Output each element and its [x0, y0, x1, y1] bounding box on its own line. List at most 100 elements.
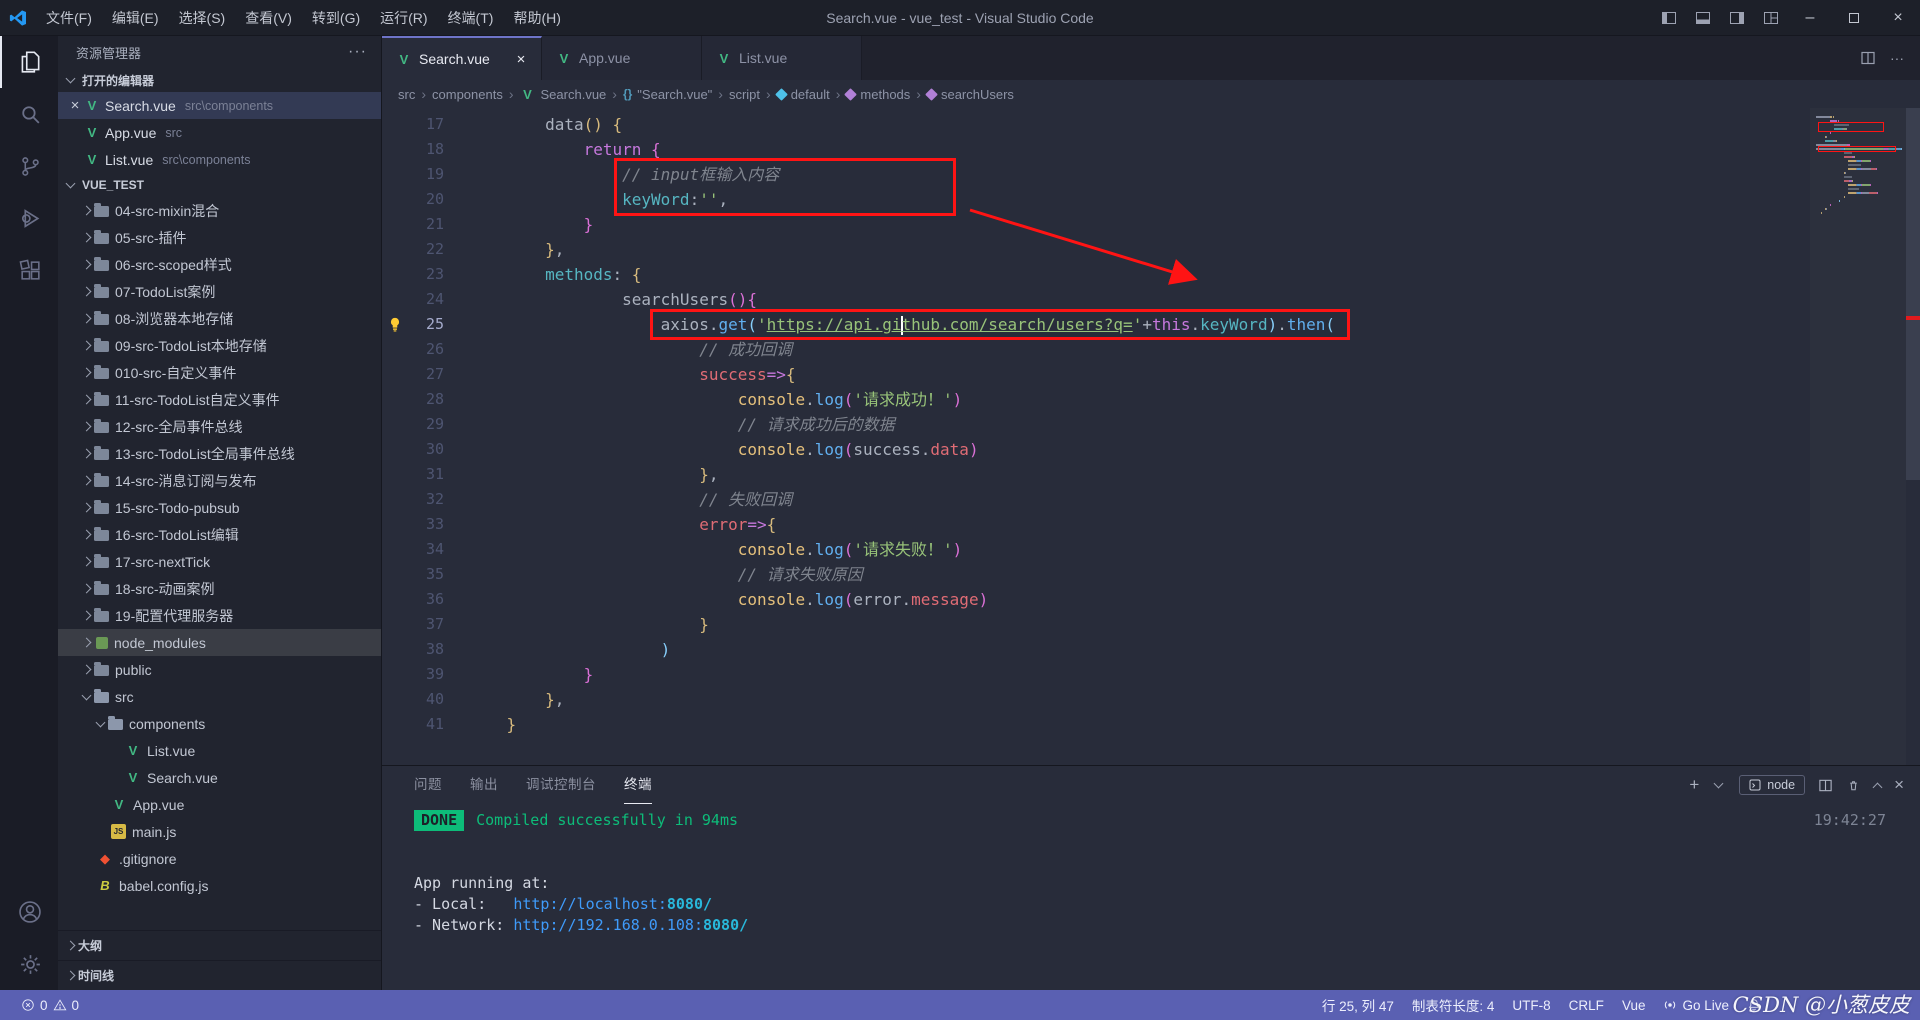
toggle-panel-icon[interactable]	[1686, 0, 1720, 36]
maximize-panel-icon[interactable]	[1872, 782, 1883, 792]
customize-layout-icon[interactable]	[1754, 0, 1788, 36]
code-line-28[interactable]: 28 console.log('请求成功！')	[382, 387, 1800, 412]
code-line-20[interactable]: 20 keyWord:'',	[382, 187, 1800, 212]
menu-运行(R)[interactable]: 运行(R)	[370, 0, 437, 36]
tree-item-List.vue[interactable]: V List.vue	[58, 737, 381, 764]
breadcrumb-item[interactable]: V Search.vue	[520, 87, 606, 102]
breadcrumb-item[interactable]: src	[398, 87, 415, 102]
open-editors-header[interactable]: 打开的编辑器	[58, 68, 381, 92]
go-live-button[interactable]: Go Live	[1654, 990, 1738, 1020]
new-terminal-icon[interactable]: +	[1689, 775, 1699, 795]
code-line-34[interactable]: 34 console.log('请求失败！')	[382, 537, 1800, 562]
code-line-38[interactable]: 38 )	[382, 637, 1800, 662]
editor-scrollbar[interactable]	[1906, 108, 1920, 765]
toggle-secondary-sidebar-icon[interactable]	[1720, 0, 1754, 36]
code-line-27[interactable]: 27 success=>{	[382, 362, 1800, 387]
cursor-position[interactable]: 行 25, 列 47	[1313, 990, 1403, 1020]
open-editor-Search.vue[interactable]: × V Search.vue src\components	[58, 92, 381, 119]
more-actions-icon[interactable]: ···	[1890, 50, 1904, 66]
tree-item-node_modules[interactable]: node_modules	[58, 629, 381, 656]
breadcrumb-item[interactable]: script	[729, 87, 760, 102]
code-line-37[interactable]: 37 }	[382, 612, 1800, 637]
menu-查看(V)[interactable]: 查看(V)	[235, 0, 302, 36]
tree-item-public[interactable]: public	[58, 656, 381, 683]
encoding-setting[interactable]: UTF-8	[1503, 990, 1559, 1020]
tab-App.vue[interactable]: V App.vue	[542, 36, 702, 80]
breadcrumb-item[interactable]: default	[774, 87, 830, 102]
tree-item-17-src-nextTick[interactable]: 17-src-nextTick	[58, 548, 381, 575]
close-icon[interactable]: ×	[513, 51, 529, 68]
network-url-link[interactable]: http://192.168.0.108:8080/	[513, 915, 748, 936]
tree-item-components[interactable]: components	[58, 710, 381, 737]
tree-item-010-src-自定义事件[interactable]: 010-src-自定义事件	[58, 359, 381, 386]
tree-item-App.vue[interactable]: V App.vue	[58, 791, 381, 818]
tree-item-main.js[interactable]: JS main.js	[58, 818, 381, 845]
toggle-sidebar-icon[interactable]	[1652, 0, 1686, 36]
timeline-section[interactable]: 时间线	[58, 960, 381, 990]
split-terminal-icon[interactable]	[1818, 778, 1833, 793]
tree-item-16-src-TodoList编辑[interactable]: 16-src-TodoList编辑	[58, 521, 381, 548]
breadcrumb-item[interactable]: components	[432, 87, 503, 102]
kill-terminal-icon[interactable]	[1846, 778, 1861, 793]
activity-source-control[interactable]	[0, 140, 58, 192]
open-editor-App.vue[interactable]: V App.vue src	[58, 119, 381, 146]
tree-item-08-浏览器本地存储[interactable]: 08-浏览器本地存储	[58, 305, 381, 332]
restore-button[interactable]	[1832, 0, 1876, 36]
tree-item-14-src-消息订阅与发布[interactable]: 14-src-消息订阅与发布	[58, 467, 381, 494]
code-line-23[interactable]: 23 methods: {	[382, 262, 1800, 287]
tab-List.vue[interactable]: V List.vue	[702, 36, 862, 80]
menu-转到(G)[interactable]: 转到(G)	[302, 0, 370, 36]
code-line-40[interactable]: 40 },	[382, 687, 1800, 712]
code-line-17[interactable]: 17 data() {	[382, 112, 1800, 137]
menu-选择(S)[interactable]: 选择(S)	[169, 0, 236, 36]
tree-item-15-src-Todo-pubsub[interactable]: 15-src-Todo-pubsub	[58, 494, 381, 521]
minimap[interactable]	[1810, 108, 1906, 765]
problems-indicator[interactable]: 0 0	[12, 990, 88, 1020]
activity-run-debug[interactable]	[0, 192, 58, 244]
tree-item-11-src-TodoList自定义事件[interactable]: 11-src-TodoList自定义事件	[58, 386, 381, 413]
code-line-39[interactable]: 39 }	[382, 662, 1800, 687]
code-editor[interactable]: 17 data() {18 return {19 // input框输入内容 20…	[382, 108, 1920, 765]
panel-tab-输出[interactable]: 输出	[470, 767, 498, 804]
tree-item-06-src-scoped样式[interactable]: 06-src-scoped样式	[58, 251, 381, 278]
terminal-profile-badge[interactable]: node	[1739, 775, 1806, 795]
activity-extensions[interactable]	[0, 244, 58, 296]
menu-帮助(H)[interactable]: 帮助(H)	[503, 0, 570, 36]
account-icon[interactable]	[0, 886, 58, 938]
tab-Search.vue[interactable]: V Search.vue ×	[382, 36, 542, 80]
code-line-30[interactable]: 30 console.log(success.data)	[382, 437, 1800, 462]
close-icon[interactable]: ×	[66, 97, 84, 114]
tree-item-07-TodoList案例[interactable]: 07-TodoList案例	[58, 278, 381, 305]
code-line-31[interactable]: 31 },	[382, 462, 1800, 487]
activity-explorer[interactable]	[0, 36, 58, 88]
code-line-35[interactable]: 35 // 请求失败原因	[382, 562, 1800, 587]
lightbulb-icon[interactable]	[382, 312, 408, 337]
tree-item-09-src-TodoList本地存储[interactable]: 09-src-TodoList本地存储	[58, 332, 381, 359]
language-mode[interactable]: Vue	[1613, 990, 1655, 1020]
tree-item-13-src-TodoList全局事件总线[interactable]: 13-src-TodoList全局事件总线	[58, 440, 381, 467]
code-line-41[interactable]: 41 }	[382, 712, 1800, 737]
tree-item-19-配置代理服务器[interactable]: 19-配置代理服务器	[58, 602, 381, 629]
breadcrumb-item[interactable]: searchUsers	[925, 87, 1014, 102]
menu-文件(F)[interactable]: 文件(F)	[36, 0, 102, 36]
settings-gear-icon[interactable]	[0, 938, 58, 990]
close-panel-icon[interactable]: ×	[1894, 775, 1904, 795]
terminal-output[interactable]: DONE Compiled successfully in 94ms 19:42…	[382, 804, 1920, 990]
tree-item-src[interactable]: src	[58, 683, 381, 710]
panel-tab-问题[interactable]: 问题	[414, 767, 442, 804]
tree-item-Search.vue[interactable]: V Search.vue	[58, 764, 381, 791]
code-line-33[interactable]: 33 error=>{	[382, 512, 1800, 537]
more-actions-icon[interactable]: ···	[348, 43, 367, 61]
menu-终端(T)[interactable]: 终端(T)	[438, 0, 504, 36]
activity-search[interactable]	[0, 88, 58, 140]
project-header[interactable]: VUE_TEST	[58, 173, 381, 197]
tree-item-.gitignore[interactable]: ◆ .gitignore	[58, 845, 381, 872]
code-line-29[interactable]: 29 // 请求成功后的数据	[382, 412, 1800, 437]
local-url-link[interactable]: http://localhost:8080/	[513, 894, 712, 915]
code-line-18[interactable]: 18 return {	[382, 137, 1800, 162]
code-line-21[interactable]: 21 }	[382, 212, 1800, 237]
chevron-down-icon[interactable]	[1713, 778, 1724, 789]
breadcrumb-item[interactable]: methods	[844, 87, 910, 102]
code-line-32[interactable]: 32 // 失败回调	[382, 487, 1800, 512]
panel-tab-终端[interactable]: 终端	[624, 767, 652, 804]
